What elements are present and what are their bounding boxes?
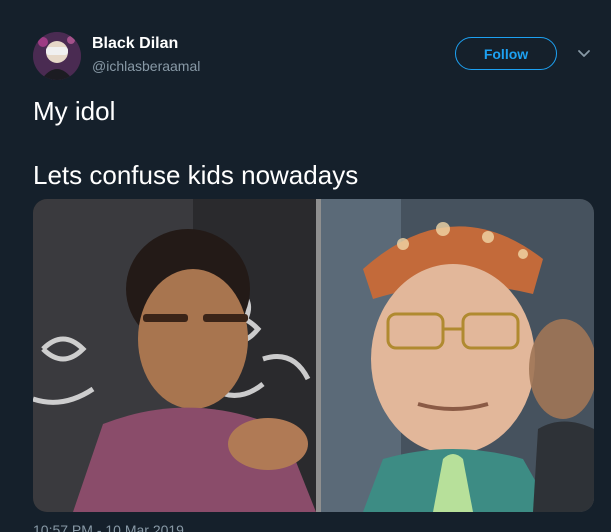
tweet-media[interactable]	[33, 199, 594, 512]
follow-button[interactable]: Follow	[455, 37, 557, 70]
author-name[interactable]: Black Dilan	[92, 35, 178, 53]
tweet-timestamp[interactable]: 10:57 PM - 10 Mar 2019	[33, 522, 184, 532]
tweet-text: My idol Lets confuse kids nowadays	[33, 96, 359, 190]
avatar[interactable]	[33, 32, 81, 80]
author-handle[interactable]: @ichlasberaamal	[92, 58, 200, 74]
side-by-side-photo-icon	[33, 199, 594, 512]
tweet-card: Black Dilan @ichlasberaamal Follow My id…	[0, 0, 611, 532]
avatar-photo-icon	[33, 32, 81, 80]
chevron-down-icon[interactable]	[576, 46, 592, 62]
